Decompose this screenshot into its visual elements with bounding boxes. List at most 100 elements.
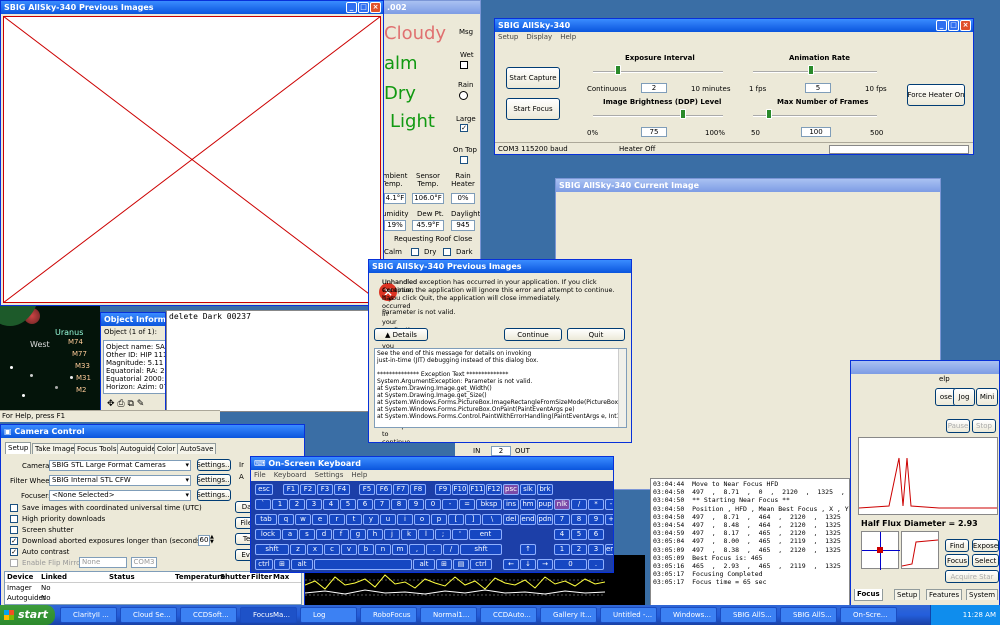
- force-heater-button[interactable]: Force Heater On: [907, 84, 965, 106]
- close-icon[interactable]: ×: [960, 20, 971, 31]
- osk-key[interactable]: ↓: [520, 559, 536, 570]
- tab-autosave[interactable]: AutoSave: [177, 443, 217, 454]
- osk-key[interactable]: brk: [537, 484, 553, 495]
- osk-key[interactable]: pdn: [537, 514, 553, 525]
- exception-details[interactable]: See the end of this message for details …: [374, 348, 627, 428]
- menu-setup[interactable]: Setup: [498, 32, 518, 43]
- taskbar-task[interactable]: ClarityII ...: [60, 607, 117, 623]
- expose-button[interactable]: Expose: [972, 539, 999, 552]
- osk-key[interactable]: F11: [469, 484, 485, 495]
- osk-key[interactable]: a: [282, 529, 298, 540]
- osk-key[interactable]: 7: [374, 499, 390, 510]
- filter-settings-button[interactable]: Settings...: [197, 474, 231, 486]
- robofocus-step[interactable]: 2: [491, 446, 511, 456]
- focusmax-titlebar[interactable]: [851, 361, 999, 374]
- focusmax-help-menu[interactable]: elp: [939, 375, 950, 383]
- osk-key[interactable]: ⊞: [274, 559, 290, 570]
- allsky-titlebar[interactable]: SBIG AllSky-340 _ □ ×: [495, 19, 973, 32]
- osk-menu-file[interactable]: File: [254, 470, 266, 481]
- tab-setup[interactable]: Setup: [5, 442, 32, 454]
- taskbar-task[interactable]: SBIG AllS...: [720, 607, 777, 623]
- osk-key[interactable]: F1: [283, 484, 299, 495]
- taskbar-task[interactable]: CCDSoft...: [180, 607, 237, 623]
- osk-key[interactable]: shft: [460, 544, 502, 555]
- tab-focus-tools[interactable]: Focus Tools: [74, 443, 120, 454]
- spin-arrows-icon[interactable]: ▲ ▼: [210, 535, 214, 545]
- animation-slider-thumb[interactable]: [808, 65, 814, 75]
- camera-select[interactable]: SBIG STL Large Format Cameras ▾: [49, 460, 191, 471]
- tab-autoguide[interactable]: Autoguide: [117, 443, 159, 454]
- osk-key[interactable]: k: [401, 529, 417, 540]
- osk-key[interactable]: 0: [425, 499, 441, 510]
- taskbar-task[interactable]: On-Scre...: [840, 607, 897, 623]
- osk-key[interactable]: p: [431, 514, 447, 525]
- osk-key[interactable]: 0: [554, 559, 587, 570]
- osk-key[interactable]: [314, 559, 412, 570]
- camera-control-titlebar[interactable]: ▣ Camera Control: [1, 425, 304, 438]
- cloud-sensor-titlebar[interactable]: .002: [384, 1, 480, 14]
- osk-key[interactable]: q: [278, 514, 294, 525]
- osk-key[interactable]: j: [384, 529, 400, 540]
- select-button[interactable]: Select: [972, 554, 999, 567]
- object-toolbar-icons[interactable]: ✥ ⎙ ⧉ ✎: [107, 399, 144, 409]
- minimize-icon[interactable]: _: [346, 2, 357, 13]
- start-capture-button[interactable]: Start Capture: [506, 67, 560, 89]
- osk-key[interactable]: [: [448, 514, 464, 525]
- osk-key[interactable]: lock: [255, 529, 281, 540]
- acquire-star-button[interactable]: Acquire Star: [945, 570, 999, 583]
- side-radio-2[interactable]: A: [239, 473, 244, 481]
- osk-key[interactable]: F2: [300, 484, 316, 495]
- current-image-titlebar[interactable]: SBIG AllSky-340 Current Image: [556, 179, 940, 192]
- error-dialog-titlebar[interactable]: SBIG AllSky-340 Previous Images: [369, 260, 631, 273]
- flip-mirror-checkbox[interactable]: [10, 559, 18, 567]
- exposure-value[interactable]: 2: [641, 83, 667, 93]
- osk-key[interactable]: h: [367, 529, 383, 540]
- osk-key[interactable]: ]: [465, 514, 481, 525]
- osk-key[interactable]: 5: [340, 499, 356, 510]
- tab-focus[interactable]: Focus: [854, 589, 883, 601]
- maximize-icon[interactable]: □: [358, 2, 369, 13]
- download-aborted-checkbox[interactable]: ✓: [10, 537, 18, 545]
- taskbar-task[interactable]: Untitled -...: [600, 607, 657, 623]
- exposure-slider-track[interactable]: [593, 71, 723, 73]
- osk-key[interactable]: alt: [291, 559, 313, 570]
- osk-key[interactable]: 1: [272, 499, 288, 510]
- osk-key[interactable]: 9: [588, 514, 604, 525]
- focuser-settings-button[interactable]: Settings...: [197, 489, 231, 501]
- taskbar-task[interactable]: RoboFocus: [360, 607, 417, 623]
- osk-key[interactable]: end: [520, 514, 536, 525]
- flip-mirror-port[interactable]: COM3: [131, 557, 157, 568]
- osk-key[interactable]: m: [392, 544, 408, 555]
- osk-key[interactable]: d: [316, 529, 332, 540]
- osk-key[interactable]: del: [503, 514, 519, 525]
- osk-key[interactable]: r: [329, 514, 345, 525]
- auto-contrast-checkbox[interactable]: ✓: [10, 548, 18, 556]
- osk-key[interactable]: F3: [317, 484, 333, 495]
- osk-key[interactable]: F9: [435, 484, 451, 495]
- taskbar-task[interactable]: Log: [300, 607, 357, 623]
- brightness-slider-thumb[interactable]: [680, 109, 686, 119]
- osk-key[interactable]: alt: [413, 559, 435, 570]
- osk-key[interactable]: s: [299, 529, 315, 540]
- osk-key[interactable]: ⊞: [436, 559, 452, 570]
- osk-key[interactable]: ent: [605, 544, 613, 555]
- jog-button[interactable]: Jog: [953, 388, 975, 406]
- on-top-checkbox[interactable]: [460, 156, 468, 164]
- trace-scrollbar[interactable]: [618, 349, 626, 427]
- details-button[interactable]: ▲ Details: [374, 328, 428, 341]
- osk-key[interactable]: ←: [503, 559, 519, 570]
- osk-key[interactable]: 3: [306, 499, 322, 510]
- tab-color[interactable]: Color: [154, 443, 179, 454]
- osk-key[interactable]: /: [571, 499, 587, 510]
- osk-key[interactable]: -: [442, 499, 458, 510]
- osk-key[interactable]: `: [255, 499, 271, 510]
- stop-button[interactable]: Stop: [972, 419, 996, 433]
- flip-mirror-select[interactable]: None: [79, 557, 127, 568]
- osk-key[interactable]: 8: [391, 499, 407, 510]
- mini-button[interactable]: Mini: [976, 388, 998, 406]
- osk-key[interactable]: ;: [435, 529, 451, 540]
- osk-key[interactable]: F6: [376, 484, 392, 495]
- osk-key[interactable]: F7: [393, 484, 409, 495]
- osk-key[interactable]: ins: [503, 499, 519, 510]
- tab-fm-setup[interactable]: Setup: [894, 589, 921, 600]
